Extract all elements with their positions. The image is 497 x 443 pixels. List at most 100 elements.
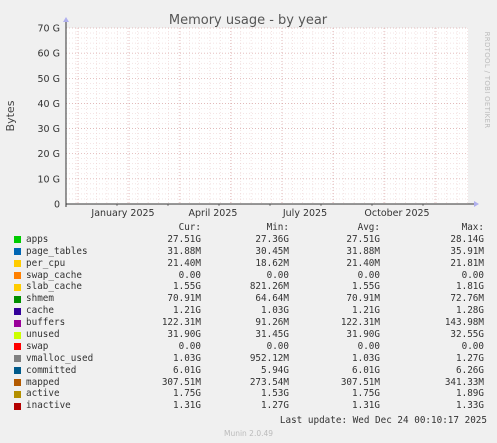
legend-avg: 1.75G <box>352 388 380 400</box>
legend-cur: 31.88M <box>167 245 201 257</box>
legend-swatch <box>14 402 21 410</box>
legend-name: unused <box>26 329 60 341</box>
legend-avg: 122.31M <box>340 317 380 329</box>
legend-row: swap 0.00 0.00 0.00 0.00 <box>12 341 490 353</box>
legend-swatch <box>14 295 21 303</box>
legend-min: 1.53G <box>261 388 289 400</box>
legend-max: 35.91M <box>450 245 484 257</box>
legend-cur: 1.55G <box>173 281 201 293</box>
legend-cur: 21.40M <box>167 257 201 269</box>
legend-avg: 1.21G <box>352 305 380 317</box>
y-tick-label: 40 G <box>38 99 60 110</box>
legend-cur: 0.00 <box>178 340 201 352</box>
legend-name: slab_cache <box>26 281 82 293</box>
legend-swatch <box>14 343 21 351</box>
y-axis-arrow <box>63 17 69 22</box>
header-min: Min: <box>266 222 289 233</box>
legend-min: 0.00 <box>266 269 289 281</box>
legend-row: per_cpu 21.40M 18.62M 21.40M 21.81M <box>12 258 490 270</box>
legend-max: 0.00 <box>461 340 484 352</box>
legend-swatch <box>14 367 21 375</box>
legend-min: 952.12M <box>249 352 289 364</box>
y-tick-label: 0 <box>54 200 60 211</box>
header-avg: Avg: <box>357 222 380 233</box>
legend-max: 28.14G <box>450 233 484 245</box>
legend-max: 1.28G <box>456 305 484 317</box>
chart-title: Memory usage - by year <box>169 13 328 28</box>
legend-name: inactive <box>26 400 71 412</box>
legend-max: 72.76M <box>450 293 484 305</box>
y-axis-label: Bytes <box>4 100 17 131</box>
legend-name: cache <box>26 305 54 317</box>
x-tick-label: July 2025 <box>282 208 327 219</box>
legend-name: committed <box>26 364 77 376</box>
legend-cur: 70.91M <box>167 293 201 305</box>
y-tick-label: 70 G <box>38 24 60 35</box>
legend-min: 273.54M <box>249 376 289 388</box>
legend-avg: 31.90G <box>346 329 380 341</box>
legend-name: swap <box>26 340 49 352</box>
rrdtool-credit: RRDTOOL / TOBI OETIKER <box>483 32 491 129</box>
legend-name: per_cpu <box>26 257 66 269</box>
y-tick-label: 10 G <box>38 174 60 185</box>
y-axis-ticks: 0 10 G 20 G 30 G 40 G 50 G 60 G 70 G <box>38 24 60 211</box>
legend-name: buffers <box>26 317 66 329</box>
legend-cur: 1.03G <box>173 352 201 364</box>
legend-row: page_tables 31.88M 30.45M 31.88M 35.91M <box>12 246 490 258</box>
legend-swatch <box>14 379 21 387</box>
legend-cur: 307.51M <box>161 376 201 388</box>
legend-swatch <box>14 283 21 291</box>
legend-name: apps <box>26 233 49 245</box>
legend-avg: 0.00 <box>357 340 380 352</box>
legend-avg: 1.55G <box>352 281 380 293</box>
legend-avg: 31.88M <box>346 245 380 257</box>
legend-name: swap_cache <box>26 269 82 281</box>
legend-row: apps 27.51G 27.36G 27.51G 28.14G <box>12 234 490 246</box>
legend-min: 5.94G <box>261 364 289 376</box>
legend-max: 21.81M <box>450 257 484 269</box>
x-axis-arrow <box>474 201 479 207</box>
legend-max: 1.89G <box>456 388 484 400</box>
legend-row: vmalloc_used 1.03G 952.12M 1.03G 1.27G <box>12 353 490 365</box>
legend-name: active <box>26 388 60 400</box>
legend-max: 0.00 <box>461 269 484 281</box>
legend-max: 1.81G <box>456 281 484 293</box>
legend-min: 0.00 <box>266 340 289 352</box>
plot-area <box>66 28 468 204</box>
legend-name: vmalloc_used <box>26 352 94 364</box>
legend-cur: 122.31M <box>161 317 201 329</box>
legend-avg: 1.03G <box>352 352 380 364</box>
legend-row: cache 1.21G 1.03G 1.21G 1.28G <box>12 305 490 317</box>
legend-swatch <box>14 319 21 327</box>
legend-avg: 27.51G <box>346 233 380 245</box>
legend-min: 91.26M <box>255 317 289 329</box>
legend-name: shmem <box>26 293 54 305</box>
last-update: Last update: Wed Dec 24 00:10:17 2025 <box>279 415 487 426</box>
legend-cur: 6.01G <box>173 364 201 376</box>
y-tick-label: 60 G <box>38 49 60 60</box>
legend-max: 1.33G <box>456 400 484 412</box>
legend-name: page_tables <box>26 245 88 257</box>
legend-max: 143.98M <box>444 317 484 329</box>
header-cur: Cur: <box>178 222 201 233</box>
legend-row: shmem 70.91M 64.64M 70.91M 72.76M <box>12 293 490 305</box>
legend-swatch <box>14 272 21 280</box>
legend-min: 31.45G <box>255 329 289 341</box>
legend-min: 27.36G <box>255 233 289 245</box>
legend-row: swap_cache 0.00 0.00 0.00 0.00 <box>12 270 490 282</box>
legend-avg: 21.40M <box>346 257 380 269</box>
legend-avg: 1.31G <box>352 400 380 412</box>
legend-min: 64.64M <box>255 293 289 305</box>
legend-min: 821.26M <box>249 281 289 293</box>
legend-header: Cur: Min: Avg: Max: <box>12 222 490 234</box>
legend-avg: 307.51M <box>340 376 380 388</box>
legend-cur: 27.51G <box>167 233 201 245</box>
legend-swatch <box>14 260 21 268</box>
legend-rows: apps 27.51G 27.36G 27.51G 28.14G page_tables 3… <box>12 234 490 412</box>
legend-min: 30.45M <box>255 245 289 257</box>
legend-row: buffers 122.31M 91.26M 122.31M 143.98M <box>12 317 490 329</box>
legend-swatch <box>14 355 21 363</box>
legend-max: 32.55G <box>450 329 484 341</box>
legend-avg: 0.00 <box>357 269 380 281</box>
y-tick-label: 20 G <box>38 149 60 160</box>
